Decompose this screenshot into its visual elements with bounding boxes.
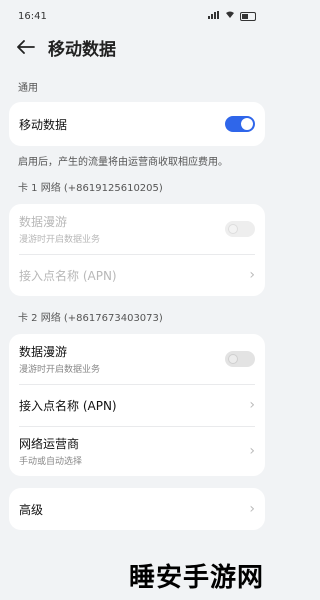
- sim2-apn-label: 接入点名称 (APN): [19, 398, 117, 413]
- sim2-operator-label: 网络运营商: [19, 437, 80, 451]
- status-bar: 16:41: [0, 0, 274, 32]
- general-card: 移动数据: [9, 102, 265, 146]
- sim1-roaming-label: 数据漫游: [19, 215, 68, 229]
- advanced-card: 高级 ›: [9, 488, 265, 530]
- chevron-right-icon: ›: [249, 501, 255, 517]
- sim1-apn-label: 接入点名称 (APN): [19, 268, 117, 283]
- advanced-label: 高级: [19, 502, 44, 517]
- header: 移动数据: [0, 32, 274, 62]
- toggle-knob: [228, 224, 238, 234]
- sim2-operator-row[interactable]: 网络运营商 手动或自动选择 ›: [9, 426, 265, 476]
- battery-icon: [240, 11, 256, 21]
- sim1-roaming-toggle: [225, 221, 255, 237]
- toggle-knob: [241, 118, 253, 130]
- sim1-apn-row: 接入点名称 (APN) ›: [9, 254, 265, 296]
- section-label-sim2: 卡 2 网络 (+8617673403073): [18, 313, 163, 324]
- sim1-roaming-sub: 漫游时开启数据业务: [19, 235, 101, 245]
- status-icons: [208, 10, 256, 22]
- mobile-data-toggle[interactable]: [225, 116, 255, 132]
- sim2-operator-sub: 手动或自动选择: [19, 457, 83, 467]
- sim2-roaming-label: 数据漫游: [19, 345, 68, 359]
- sim2-roaming-sub: 漫游时开启数据业务: [19, 365, 101, 375]
- advanced-row[interactable]: 高级 ›: [9, 488, 265, 530]
- signal-icon: [208, 10, 220, 22]
- sim2-apn-row[interactable]: 接入点名称 (APN) ›: [9, 384, 265, 426]
- status-time: 16:41: [18, 10, 47, 22]
- billing-note: 启用后，产生的流量将由运营商收取相应费用。: [18, 157, 228, 168]
- chevron-right-icon: ›: [249, 397, 255, 413]
- sim1-card: 数据漫游 漫游时开启数据业务 接入点名称 (APN) ›: [9, 204, 265, 296]
- sim1-roaming-row: 数据漫游 漫游时开启数据业务: [9, 204, 265, 254]
- section-label-general: 通用: [18, 83, 38, 94]
- toggle-knob: [228, 354, 238, 364]
- mobile-data-label: 移动数据: [19, 117, 68, 132]
- sim2-roaming-row[interactable]: 数据漫游 漫游时开启数据业务: [9, 334, 265, 384]
- sim2-roaming-toggle[interactable]: [225, 351, 255, 367]
- chevron-right-icon: ›: [249, 443, 255, 459]
- chevron-right-icon: ›: [249, 267, 255, 283]
- page-title: 移动数据: [48, 39, 116, 60]
- section-label-sim1: 卡 1 网络 (+8619125610205): [18, 183, 163, 194]
- wifi-icon: [225, 11, 235, 22]
- sim2-card: 数据漫游 漫游时开启数据业务 接入点名称 (APN) › 网络运营商 手动或自动…: [9, 334, 265, 476]
- back-arrow-icon[interactable]: [14, 35, 38, 59]
- watermark-logo: 睡安手游网: [128, 563, 264, 593]
- mobile-data-row[interactable]: 移动数据: [9, 102, 265, 146]
